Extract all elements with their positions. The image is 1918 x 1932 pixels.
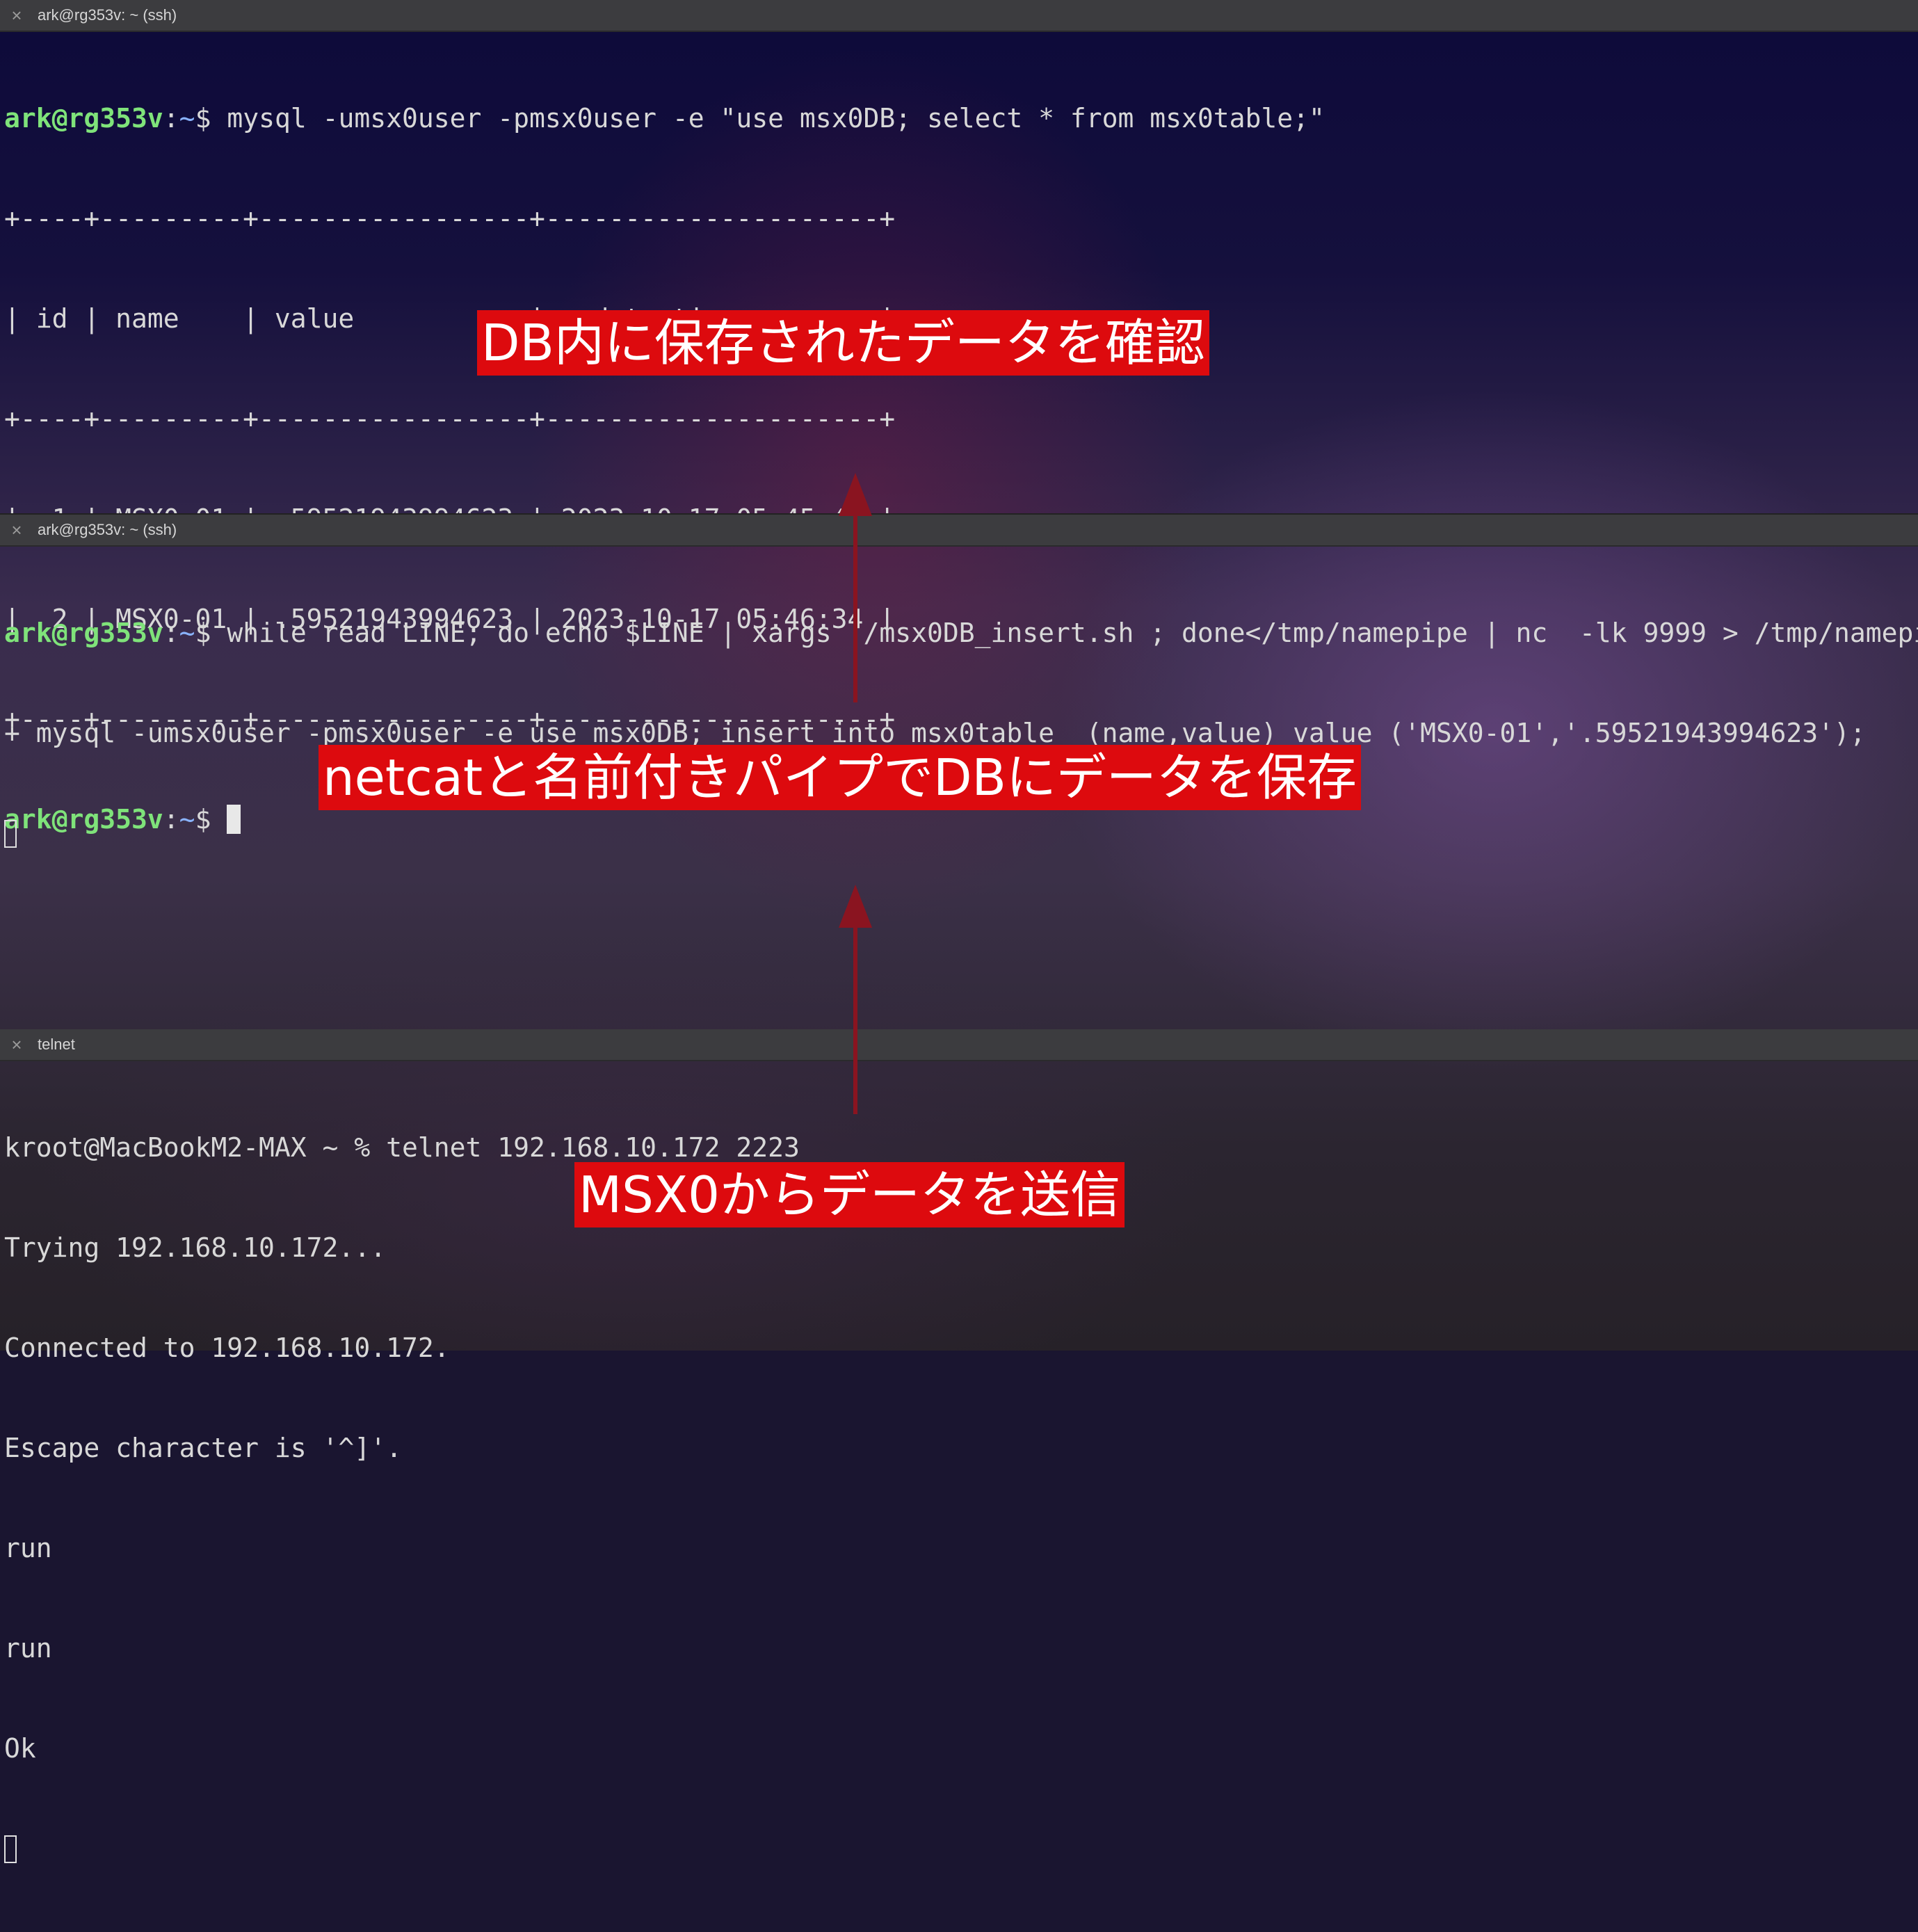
table-line: +----+---------+-----------------+------…: [4, 203, 896, 234]
terminal-cursor: [4, 820, 17, 848]
prompt-separator: :: [163, 618, 179, 648]
output-line: kroot@MacBookM2-MAX ~ % telnet 192.168.1…: [4, 1132, 800, 1163]
output-line: Escape character is '^]'.: [4, 1433, 402, 1463]
arrow-up-icon: [839, 473, 872, 702]
command-text: mysql -umsx0user -pmsx0user -e "use msx0…: [227, 103, 1325, 134]
tab-bar: × telnet: [0, 1029, 1918, 1061]
command-line: ark@rg353v:~$ mysql -umsx0user -pmsx0use…: [4, 102, 1325, 135]
prompt-path: ~: [179, 618, 195, 648]
annotation-db-check: DB内に保存されたデータを確認: [477, 310, 1209, 376]
command-text: while read LINE; do echo $LINE | xargs .…: [227, 618, 1918, 648]
annotation-msx0-send: MSX0からデータを送信: [574, 1162, 1125, 1227]
tab-bar: × ark@rg353v: ~ (ssh): [0, 515, 1918, 547]
prompt-user: ark@rg353v: [4, 618, 163, 648]
arrow-up-icon: [839, 885, 872, 1114]
tab-title[interactable]: ark@rg353v: ~ (ssh): [38, 6, 177, 24]
tab-title[interactable]: telnet: [38, 1036, 75, 1054]
cursor-line: [4, 816, 1918, 850]
tab-bar: × ark@rg353v: ~ (ssh): [0, 0, 1918, 32]
command-line: ark@rg353v:~$ while read LINE; do echo $…: [4, 616, 1918, 650]
output-line: run: [4, 1633, 52, 1664]
tab-title[interactable]: ark@rg353v: ~ (ssh): [38, 521, 177, 539]
cursor-line: [4, 1832, 800, 1865]
table-line: +----+---------+-----------------+------…: [4, 403, 896, 434]
close-icon[interactable]: ×: [10, 521, 24, 539]
terminal-cursor: [4, 1835, 17, 1863]
prompt-path: ~: [179, 103, 195, 134]
output-line: Ok: [4, 1733, 36, 1764]
annotation-netcat-save: netcatと名前付きパイプでDBにデータを保存: [319, 745, 1361, 810]
prompt-symbol: $: [195, 103, 227, 134]
output-line: Trying 192.168.10.172...: [4, 1232, 387, 1263]
close-icon[interactable]: ×: [10, 6, 24, 24]
output-line: Connected to 192.168.10.172.: [4, 1333, 450, 1363]
terminal-pane-mysql[interactable]: × ark@rg353v: ~ (ssh) ark@rg353v:~$ mysq…: [0, 0, 1918, 835]
terminal-output[interactable]: ark@rg353v:~$ while read LINE; do echo $…: [4, 549, 1918, 917]
prompt-user: ark@rg353v: [4, 103, 163, 134]
prompt-symbol: $: [195, 618, 227, 648]
output-line: run: [4, 1533, 52, 1563]
prompt-separator: :: [163, 103, 179, 134]
close-icon[interactable]: ×: [10, 1036, 24, 1054]
